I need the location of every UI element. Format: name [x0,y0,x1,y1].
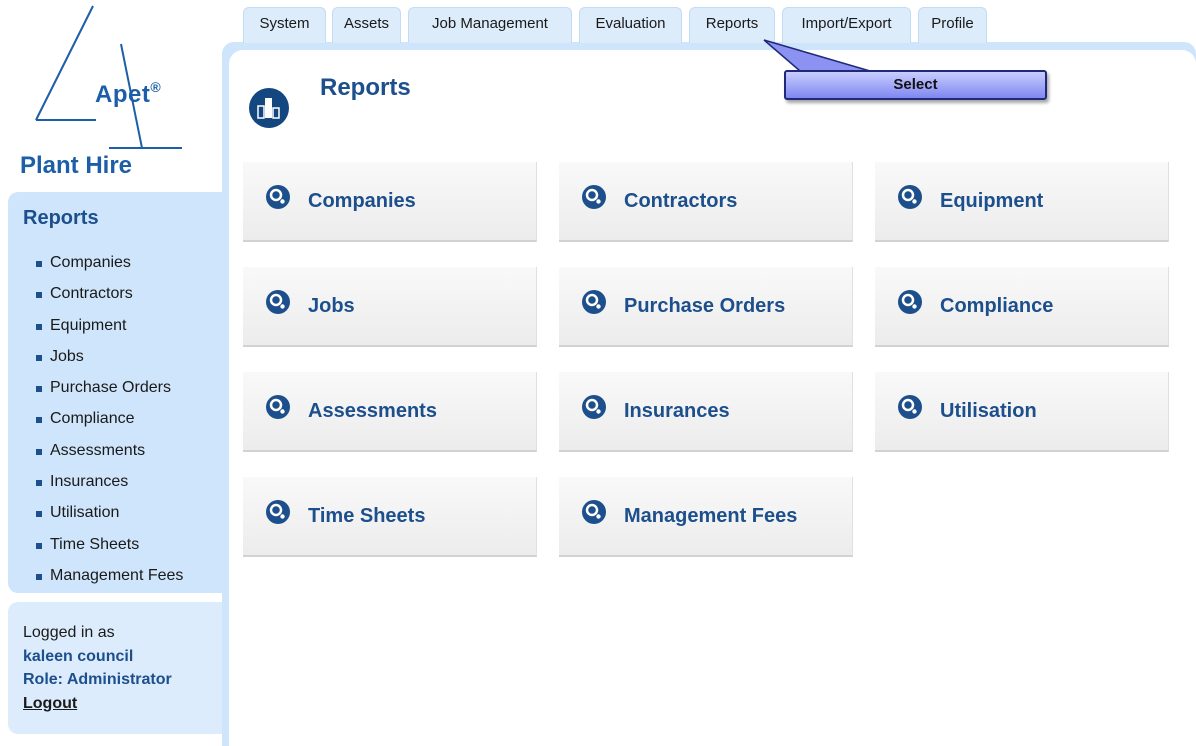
report-gear-icon [581,184,607,210]
tab-system[interactable]: System [243,7,326,43]
report-gear-icon [581,394,607,420]
tile-insurances[interactable]: Insurances [559,372,853,452]
tile-time-sheets[interactable]: Time Sheets [243,477,537,557]
report-gear-icon [897,289,923,315]
tile-compliance[interactable]: Compliance [875,267,1169,347]
report-gear-icon [265,184,291,210]
bar-chart-icon [249,88,289,128]
logo-tagline: Plant Hire [20,152,133,179]
report-gear-icon [265,289,291,315]
tile-companies[interactable]: Companies [243,162,537,242]
tile-equipment[interactable]: Equipment [875,162,1169,242]
sidebar-item-assessments[interactable]: Assessments [35,440,183,471]
tile-management-fees[interactable]: Management Fees [559,477,853,557]
login-role: Role: Administrator [23,671,172,688]
login-prefix: Logged in as [23,624,115,641]
sidebar-item-contractors[interactable]: Contractors [35,283,183,314]
tab-import-export[interactable]: Import/Export [782,7,911,43]
tile-label: Jobs [308,295,355,317]
login-info: Logged in as kaleen council Role: Admini… [23,621,172,715]
sidebar-item-equipment[interactable]: Equipment [35,315,183,346]
report-gear-icon [265,394,291,420]
report-gear-icon [897,394,923,420]
tile-assessments[interactable]: Assessments [243,372,537,452]
report-gear-icon [581,499,607,525]
tile-label: Insurances [624,400,730,422]
sidebar-item-jobs[interactable]: Jobs [35,346,183,377]
sidebar-title: Reports [23,207,99,229]
page-title: Reports [320,74,411,101]
tile-label: Companies [308,190,416,212]
tile-purchase-orders[interactable]: Purchase Orders [559,267,853,347]
tile-label: Contractors [624,190,738,212]
tab-job-management[interactable]: Job Management [408,7,572,43]
sidebar-item-companies[interactable]: Companies [35,252,183,283]
sidebar-item-insurances[interactable]: Insurances [35,471,183,502]
tile-label: Time Sheets [308,505,426,527]
tab-reports[interactable]: Reports [689,7,775,43]
report-gear-icon [897,184,923,210]
tile-label: Equipment [940,190,1044,212]
sidebar-item-time-sheets[interactable]: Time Sheets [35,534,183,565]
sidebar-item-compliance[interactable]: Compliance [35,408,183,439]
report-gear-icon [265,499,291,525]
tile-utilisation[interactable]: Utilisation [875,372,1169,452]
sidebar-item-utilisation[interactable]: Utilisation [35,502,183,533]
sidebar-menu: Companies Contractors Equipment Jobs Pur… [35,252,183,596]
report-gear-icon [581,289,607,315]
tab-assets[interactable]: Assets [332,7,401,43]
sidebar-item-management-fees[interactable]: Management Fees [35,565,183,596]
tab-evaluation[interactable]: Evaluation [579,7,682,43]
tile-label: Compliance [940,295,1054,317]
tab-profile[interactable]: Profile [918,7,987,43]
tile-jobs[interactable]: Jobs [243,267,537,347]
logo-name: Apet® [95,79,162,108]
tile-label: Management Fees [624,505,798,527]
tile-label: Assessments [308,400,437,422]
tile-contractors[interactable]: Contractors [559,162,853,242]
sidebar-item-purchase-orders[interactable]: Purchase Orders [35,377,183,408]
tile-label: Utilisation [940,400,1037,422]
logo: Apet® Plant Hire [0,0,222,190]
logout-link[interactable]: Logout [23,692,172,716]
login-user: kaleen council [23,647,134,665]
tile-label: Purchase Orders [624,295,786,317]
